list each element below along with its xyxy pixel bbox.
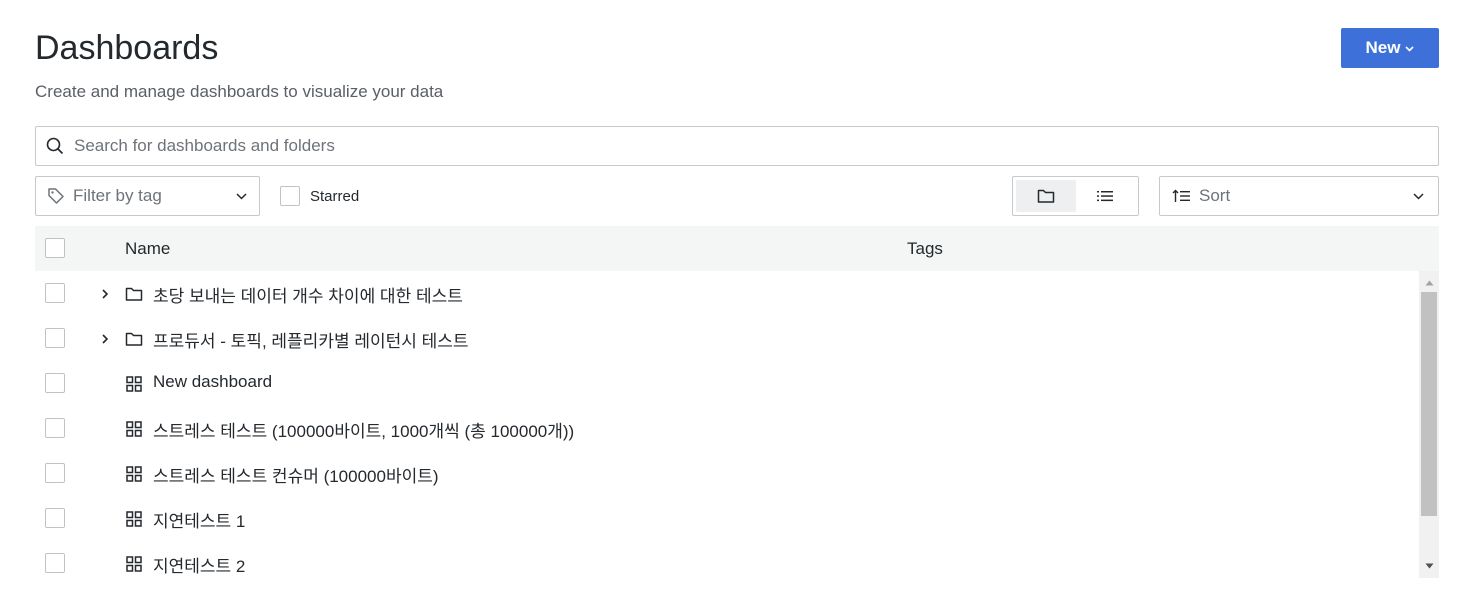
row-checkbox[interactable] <box>45 553 65 573</box>
starred-checkbox[interactable] <box>280 186 300 206</box>
list-view-button[interactable] <box>1076 180 1136 212</box>
sort-icon <box>1172 189 1190 202</box>
row-checkbox[interactable] <box>45 373 65 393</box>
dashboard-grid-icon <box>126 376 142 392</box>
view-mode-toggle <box>1012 176 1139 216</box>
table-row[interactable]: 프로듀서 - 토픽, 레플리카별 레이턴시 테스트 <box>35 316 1419 361</box>
table-row[interactable]: 스트레스 테스트 (100000바이트, 1000개씩 (총 100000개)) <box>35 406 1419 451</box>
page-header: Dashboards Create and manage dashboards … <box>35 28 443 103</box>
folder-view-button[interactable] <box>1016 180 1076 212</box>
search-icon <box>46 137 64 155</box>
search-box[interactable] <box>35 126 1439 166</box>
dashboard-grid-icon <box>126 511 142 527</box>
row-checkbox[interactable] <box>45 418 65 438</box>
row-checkbox[interactable] <box>45 463 65 483</box>
folder-icon <box>125 332 143 346</box>
new-button[interactable]: New <box>1341 28 1439 68</box>
table-row[interactable]: New dashboard <box>35 361 1419 406</box>
row-name[interactable]: 지연테스트 1 <box>153 507 245 532</box>
table-header: Name Tags <box>35 226 1439 271</box>
row-checkbox[interactable] <box>45 328 65 348</box>
tag-icon <box>48 188 64 204</box>
folder-icon <box>1037 189 1054 203</box>
row-name[interactable]: 프로듀서 - 토픽, 레플리카별 레이턴시 테스트 <box>153 327 469 352</box>
scroll-up-arrow[interactable] <box>1419 274 1439 291</box>
dashboard-grid-icon <box>126 466 142 482</box>
dashboard-grid-icon <box>126 556 142 572</box>
dashboards-page: Dashboards Create and manage dashboards … <box>0 0 1467 604</box>
row-checkbox[interactable] <box>45 508 65 528</box>
row-checkbox[interactable] <box>45 283 65 303</box>
starred-filter[interactable]: Starred <box>280 186 359 206</box>
chevron-down-icon <box>1413 192 1424 200</box>
tag-filter-select[interactable]: Filter by tag <box>35 176 260 216</box>
tag-filter-placeholder: Filter by tag <box>73 186 162 205</box>
row-name[interactable]: 지연테스트 2 <box>153 552 245 577</box>
select-all-checkbox[interactable] <box>45 238 65 258</box>
search-input[interactable] <box>72 135 1438 157</box>
chevron-down-icon <box>1405 46 1415 52</box>
row-name[interactable]: 스트레스 테스트 컨슈머 (100000바이트) <box>153 462 439 487</box>
chevron-right-icon[interactable] <box>99 287 111 301</box>
table-row[interactable]: 지연테스트 1 <box>35 496 1419 541</box>
scrollbar-thumb[interactable] <box>1421 292 1437 516</box>
table-row[interactable]: 지연테스트 2 <box>35 541 1419 586</box>
row-name[interactable]: New dashboard <box>153 372 272 392</box>
triangle-up-icon <box>1425 280 1433 285</box>
sort-placeholder: Sort <box>1199 186 1231 205</box>
chevron-right-icon[interactable] <box>99 332 111 346</box>
list-scrollbar[interactable] <box>1419 271 1439 578</box>
new-button-label: New <box>1365 38 1401 57</box>
column-header-name: Name <box>125 238 171 258</box>
page-subtitle: Create and manage dashboards to visualiz… <box>35 82 444 101</box>
triangle-down-icon <box>1425 563 1433 568</box>
sort-select[interactable]: Sort <box>1159 176 1439 216</box>
starred-label: Starred <box>310 187 360 205</box>
scroll-down-arrow[interactable] <box>1419 557 1439 574</box>
table-row[interactable]: 스트레스 테스트 컨슈머 (100000바이트) <box>35 451 1419 496</box>
dashboard-grid-icon <box>126 421 142 437</box>
column-header-tags: Tags <box>907 238 943 258</box>
row-name[interactable]: 스트레스 테스트 (100000바이트, 1000개씩 (총 100000개)) <box>153 417 574 442</box>
row-name[interactable]: 초당 보내는 데이터 개수 차이에 대한 테스트 <box>153 282 463 307</box>
chevron-down-icon <box>236 192 247 200</box>
list-icon <box>1097 191 1114 202</box>
folder-icon <box>125 287 143 301</box>
page-title: Dashboards <box>35 29 219 67</box>
table-row[interactable]: 초당 보내는 데이터 개수 차이에 대한 테스트 <box>35 271 1419 316</box>
dashboard-list: 초당 보내는 데이터 개수 차이에 대한 테스트 프로듀서 - 토픽, 레플리카… <box>35 271 1419 591</box>
